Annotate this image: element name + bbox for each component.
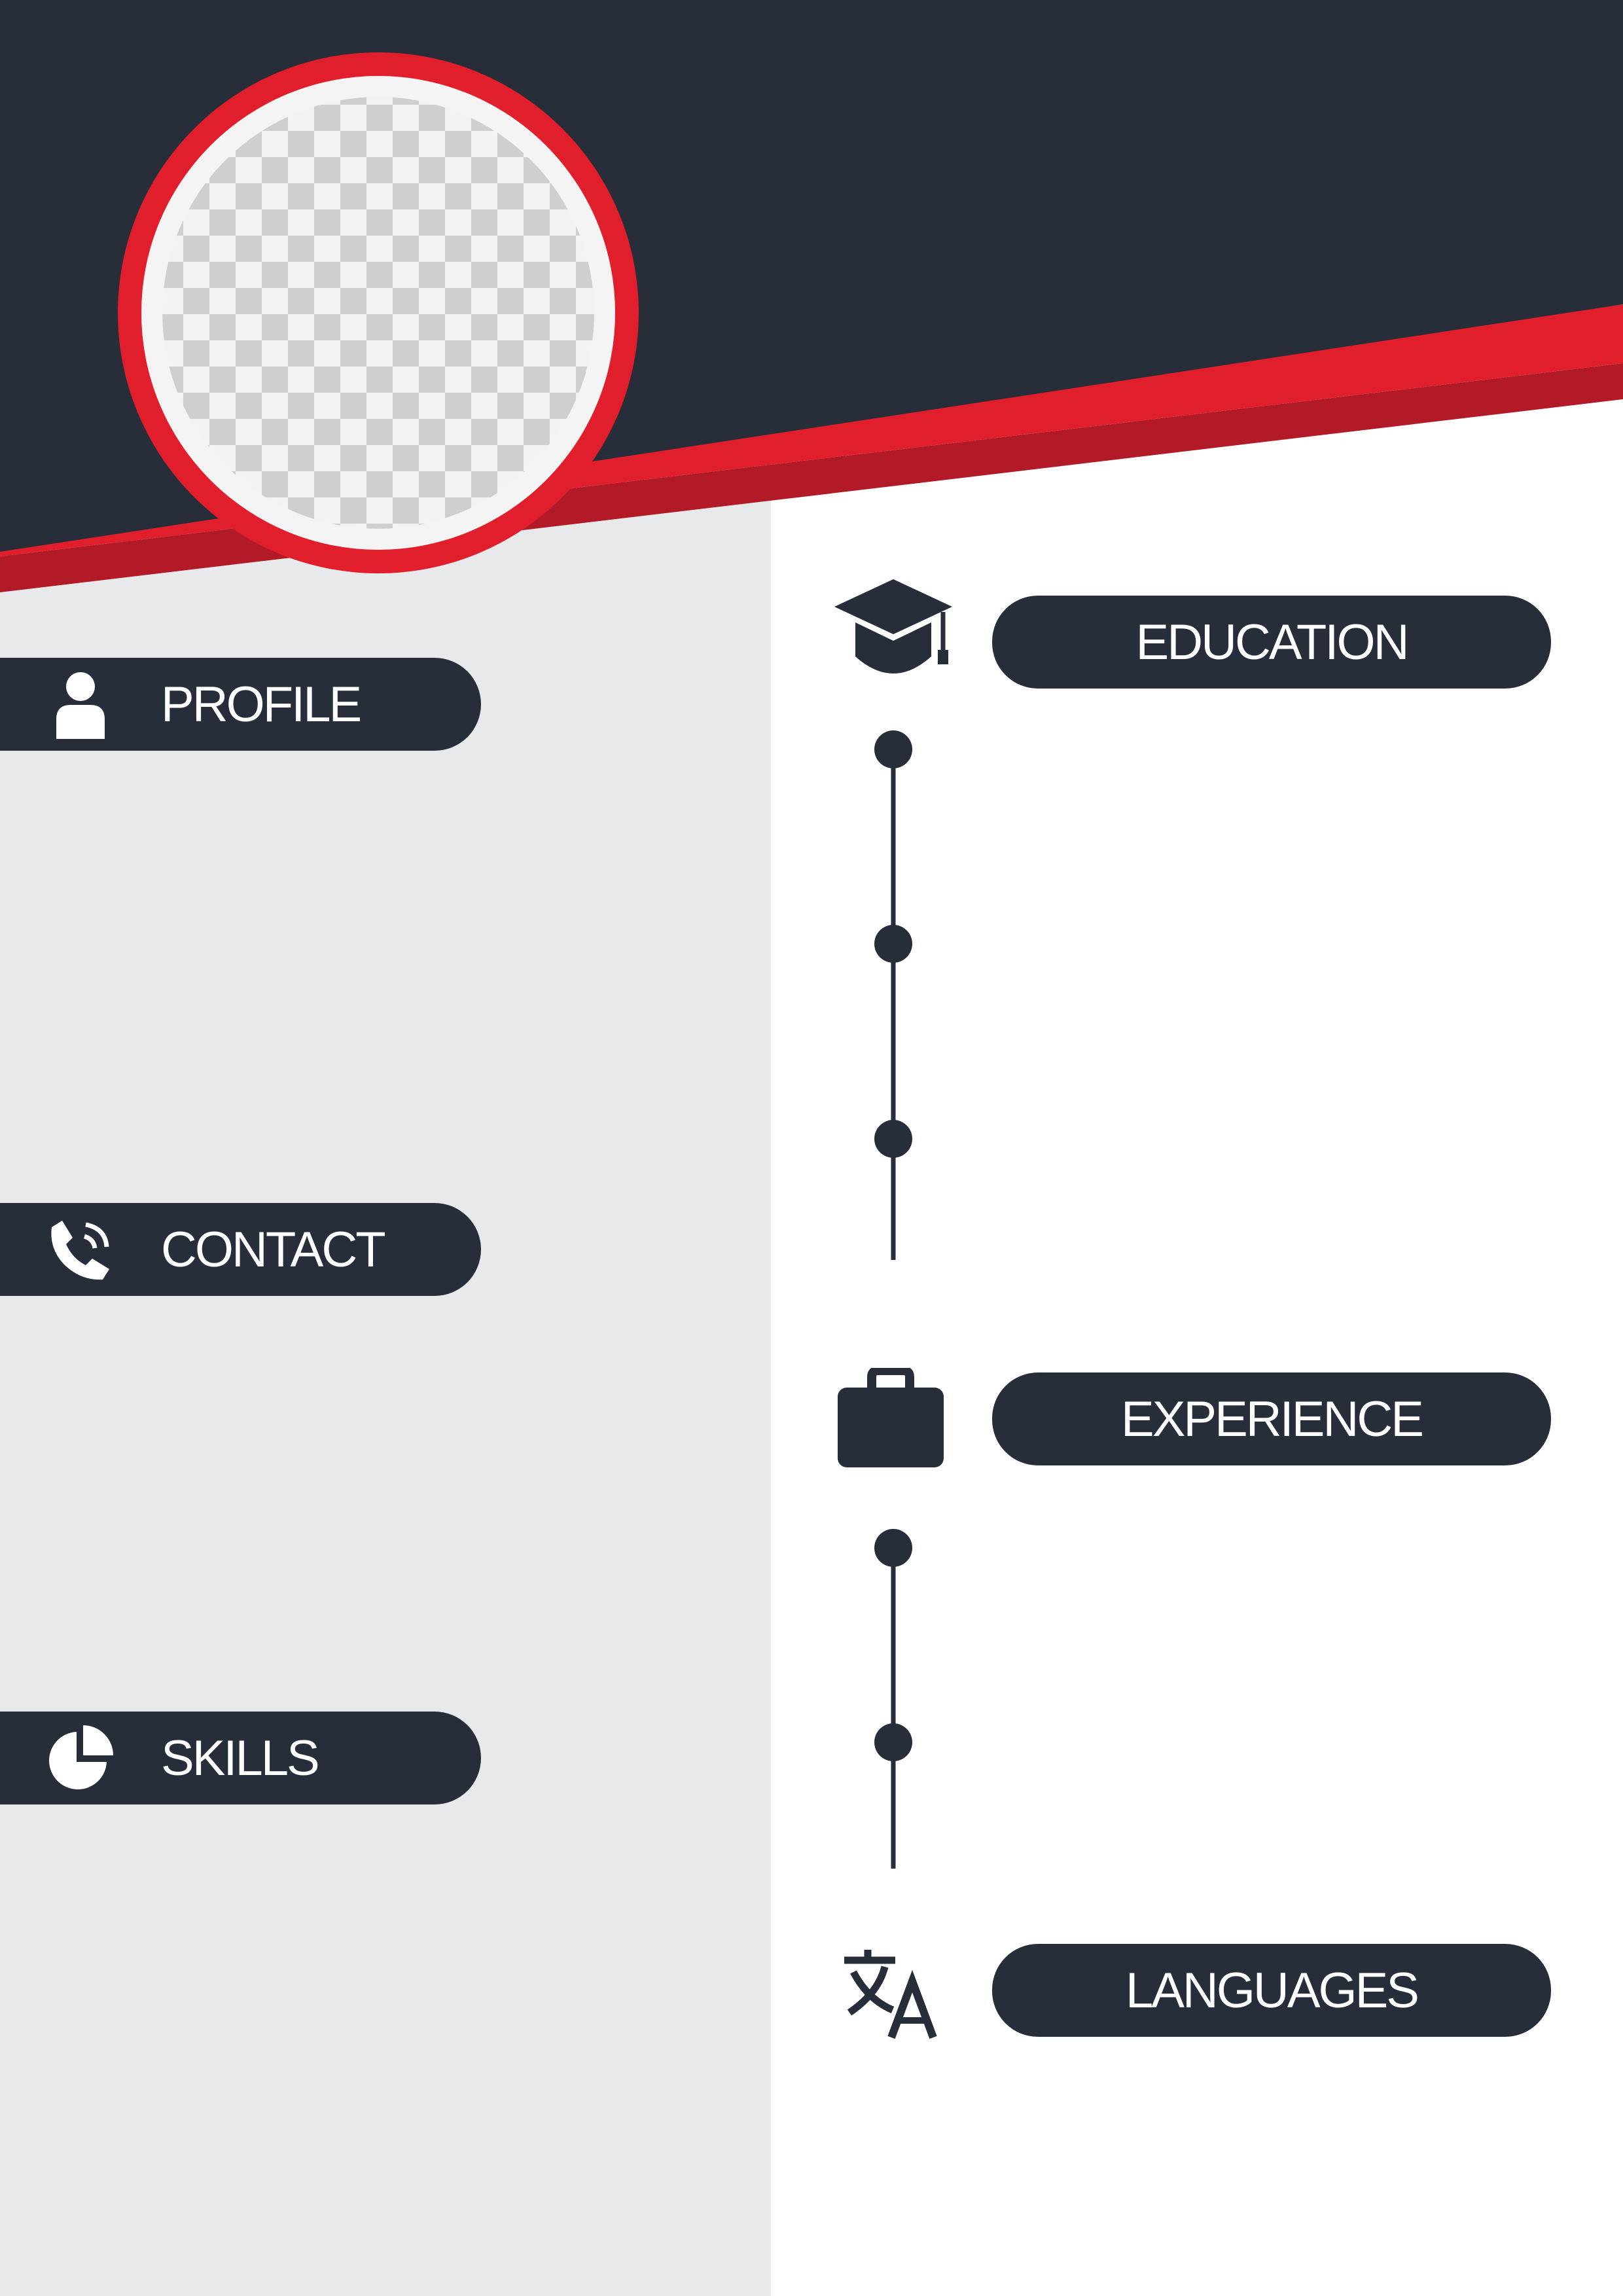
education-timeline-point [874, 1120, 912, 1158]
experience-timeline [874, 1529, 912, 1869]
education-heading: EDUCATION [992, 596, 1551, 689]
experience-timeline-point [874, 1723, 912, 1761]
languages-heading-label: LANGUAGES [1125, 1962, 1419, 2018]
translate-icon [842, 1947, 940, 2042]
experience-heading-label: EXPERIENCE [1121, 1391, 1424, 1447]
pie-chart-icon [45, 1722, 116, 1794]
graduation-cap-icon [834, 579, 952, 684]
education-heading-label: EDUCATION [1135, 614, 1410, 670]
person-icon [45, 668, 116, 740]
languages-heading: LANGUAGES [992, 1944, 1551, 2037]
skills-heading: SKILLS [0, 1712, 481, 1804]
experience-heading: EXPERIENCE [992, 1372, 1551, 1465]
photo-placeholder [162, 97, 594, 529]
briefcase-icon [838, 1366, 944, 1471]
education-timeline-point [874, 730, 912, 768]
phone-icon [45, 1213, 116, 1285]
education-timeline [874, 730, 912, 1260]
profile-heading: PROFILE [0, 658, 481, 751]
contact-heading: CONTACT [0, 1203, 481, 1296]
experience-timeline-point [874, 1529, 912, 1567]
skills-heading-label: SKILLS [161, 1730, 320, 1786]
contact-heading-label: CONTACT [161, 1221, 386, 1278]
profile-heading-label: PROFILE [161, 676, 362, 732]
photo-frame [118, 52, 639, 573]
education-timeline-point [874, 925, 912, 963]
